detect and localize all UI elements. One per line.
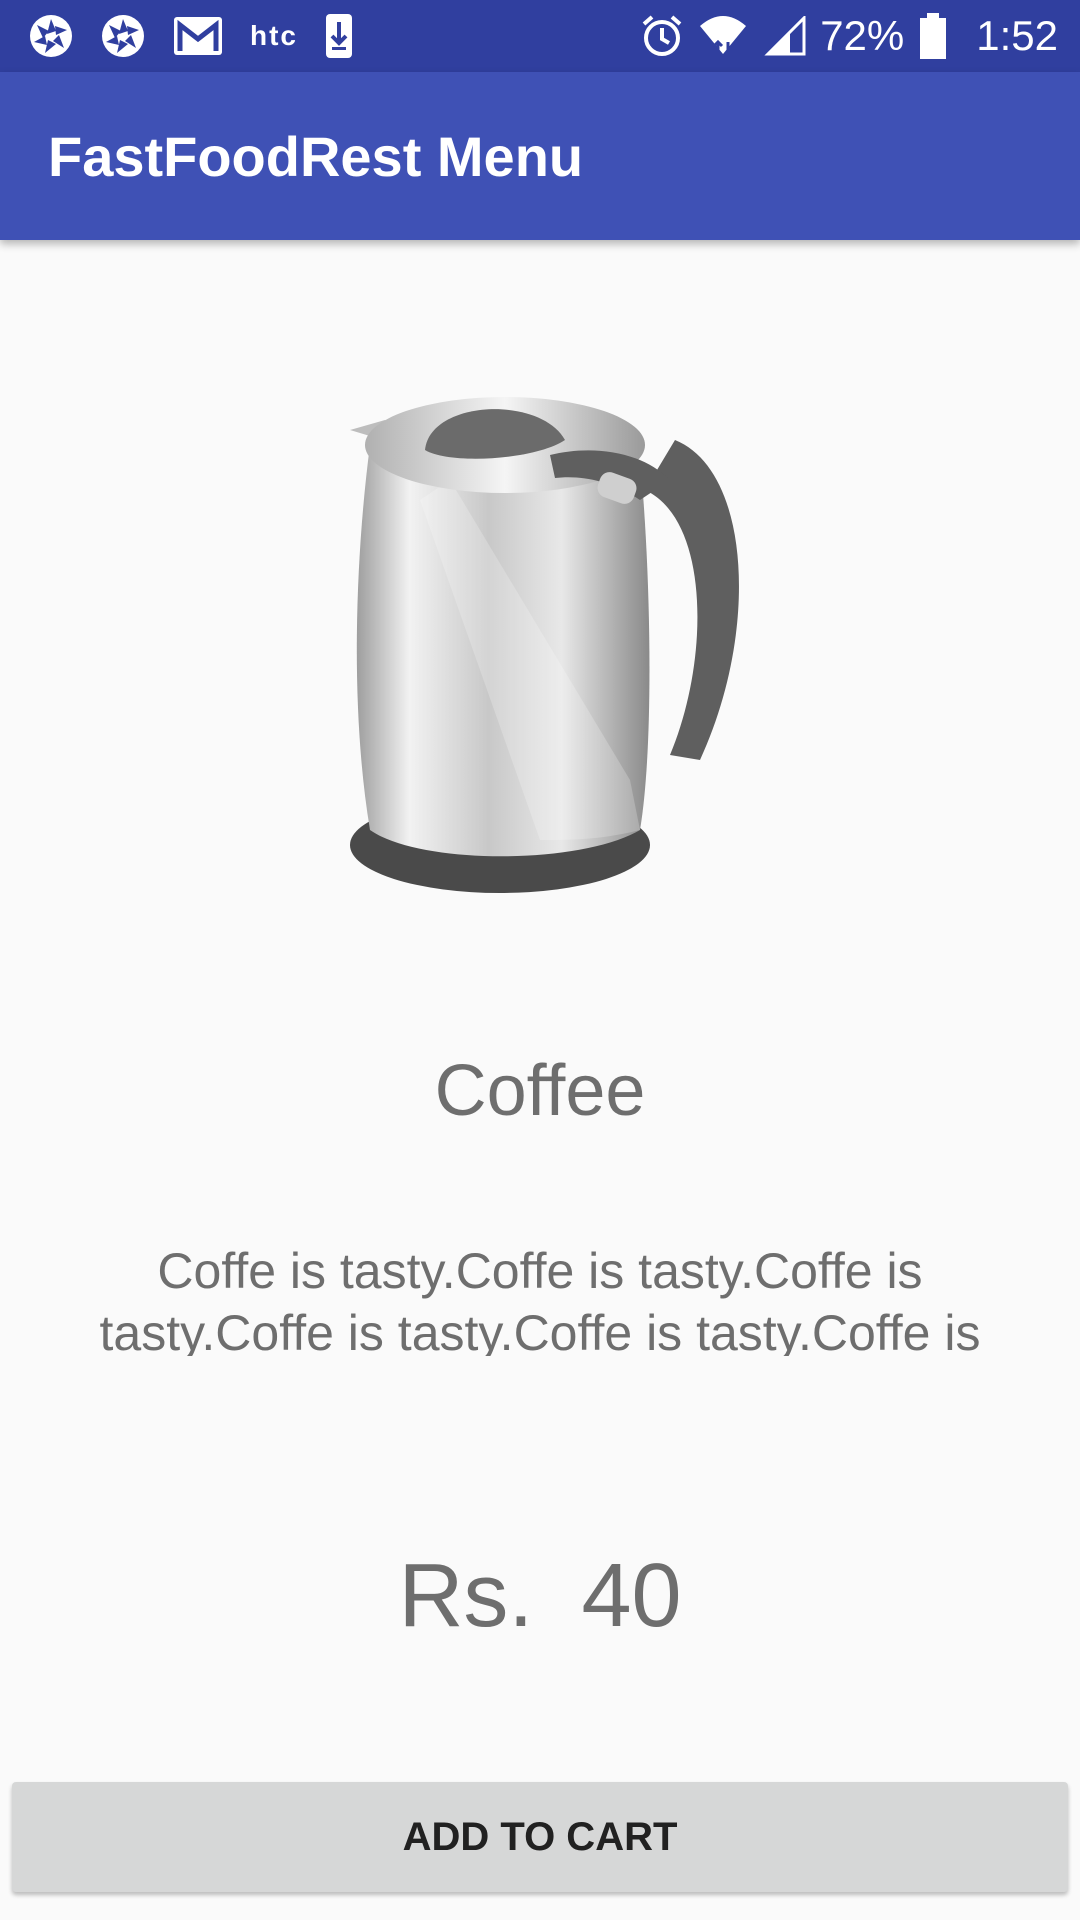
aperture-icon (30, 15, 72, 57)
system-icons: 72% 1:52 (626, 8, 1058, 64)
signal-icon (764, 16, 806, 56)
aperture-icon (102, 15, 144, 57)
status-bar: htc 72% 1:52 (0, 0, 1080, 72)
app-toolbar: FastFoodRest Menu (0, 72, 1080, 240)
product-name: Coffee (434, 1051, 646, 1131)
kettle-image (350, 397, 739, 893)
battery-percentage: 72% (820, 12, 905, 59)
product-description: Coffe is tasty.Coffe is tasty.Coffe is t… (99, 1243, 981, 1356)
price-value: 40 (581, 1546, 682, 1646)
download-icon (326, 14, 352, 58)
gmail-icon (174, 17, 222, 55)
price-currency: Rs. (398, 1546, 534, 1646)
alarm-icon (642, 15, 682, 56)
price-row: Rs. 40 (0, 1545, 1080, 1648)
battery-icon (920, 13, 947, 59)
htc-logo: htc (250, 20, 298, 51)
wifi-icon (700, 16, 747, 60)
clock: 1:52 (976, 12, 1058, 59)
add-to-cart-button[interactable]: ADD TO CART (12, 1782, 1068, 1892)
notification-icons: htc (28, 10, 380, 62)
toolbar-title: FastFoodRest Menu (48, 125, 584, 188)
